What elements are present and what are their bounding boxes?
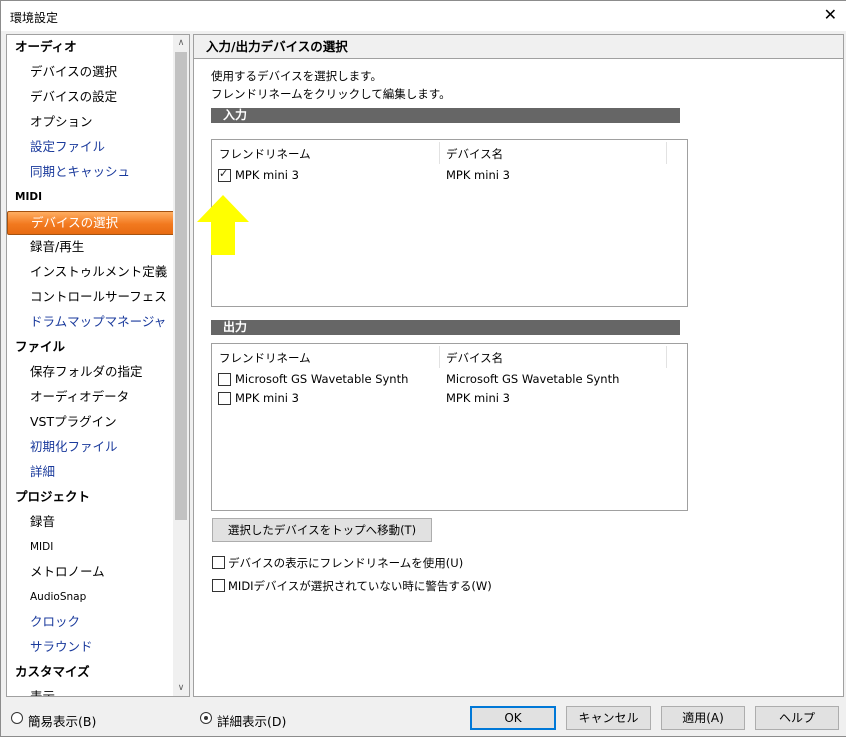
apply-button[interactable]: 適用(A) bbox=[661, 706, 745, 730]
simple-view-radio[interactable]: 簡易表示(B) bbox=[11, 711, 121, 729]
option-label: MIDIデバイスが選択されていない時に警告する(W) bbox=[228, 579, 492, 593]
tree-item[interactable]: AudioSnap bbox=[7, 586, 86, 608]
cancel-button[interactable]: キャンセル bbox=[566, 706, 651, 730]
checkbox[interactable] bbox=[212, 556, 225, 569]
radio-dot bbox=[204, 716, 208, 720]
radio-label: 簡易表示(B) bbox=[28, 714, 97, 729]
tree-category[interactable]: MIDI bbox=[7, 186, 42, 208]
tree-category[interactable]: オーディオ bbox=[7, 36, 77, 58]
device-name-cell: MPK mini 3 bbox=[446, 391, 510, 405]
up-arrow-icon bbox=[197, 195, 249, 255]
input-device-list[interactable]: フレンドリネーム デバイス名 ✓ MPK mini 3 MPK mini 3 bbox=[211, 139, 688, 307]
tree-item[interactable]: コントロールサーフェス bbox=[7, 286, 167, 308]
scroll-down-icon[interactable]: ∨ bbox=[173, 680, 189, 696]
ok-button[interactable]: OK bbox=[470, 706, 556, 730]
tree-item[interactable]: 同期とキャッシュ bbox=[7, 161, 130, 183]
column-divider bbox=[666, 142, 667, 164]
input-section-header: 入力 bbox=[211, 108, 680, 123]
tree-item[interactable]: クロック bbox=[7, 611, 80, 633]
tree-item[interactable]: 詳細 bbox=[7, 461, 55, 483]
settings-tree: オーディオデバイスの選択 デバイスの設定 オプション設定ファイル同期とキャッシュ MI… bbox=[6, 34, 190, 697]
help-button[interactable]: ヘルプ bbox=[755, 706, 839, 730]
settings-panel: 入力/出力デバイスの選択 使用するデバイスを選択します。 フレンドリネームをクリ… bbox=[193, 34, 844, 697]
scroll-thumb[interactable] bbox=[175, 52, 187, 520]
tree-item[interactable]: メトロノーム bbox=[7, 561, 105, 583]
tree-item[interactable]: 設定ファイル bbox=[7, 136, 105, 158]
tree-item[interactable]: オプション bbox=[7, 111, 93, 133]
device-name-cell: Microsoft GS Wavetable Synth bbox=[446, 372, 620, 386]
tree-item[interactable]: サラウンド bbox=[7, 636, 93, 658]
checkmark-icon: ✓ bbox=[219, 167, 229, 180]
detail-view-radio[interactable]: 詳細表示(D) bbox=[200, 711, 310, 729]
window-title: 環境設定 bbox=[10, 11, 59, 25]
radio-button[interactable] bbox=[200, 712, 212, 724]
tree-item[interactable]: ドラムマップマネージャ bbox=[7, 311, 166, 333]
column-header-device[interactable]: デバイス名 bbox=[446, 350, 503, 366]
device-name-cell: MPK mini 3 bbox=[446, 168, 510, 182]
tree-item[interactable]: 保存フォルダの指定 bbox=[7, 361, 143, 383]
title-bar: 環境設定 ✕ bbox=[1, 1, 846, 31]
column-header-friendly[interactable]: フレンドリネーム bbox=[219, 146, 311, 162]
column-divider bbox=[439, 142, 440, 164]
tree-item[interactable]: デバイスの選択 bbox=[7, 211, 189, 235]
tree-item[interactable]: 録音 bbox=[7, 511, 55, 533]
tree-item[interactable]: 表示 bbox=[7, 686, 55, 696]
friendly-name-cell[interactable]: MPK mini 3 bbox=[235, 391, 299, 405]
tree-category[interactable]: プロジェクト bbox=[7, 486, 90, 508]
list-header: フレンドリネーム デバイス名 bbox=[212, 140, 687, 164]
tree-category[interactable]: ファイル bbox=[7, 336, 65, 358]
warn-no-midi-option[interactable]: MIDIデバイスが選択されていない時に警告する(W) bbox=[212, 578, 512, 594]
device-checkbox[interactable]: ✓ bbox=[218, 167, 231, 182]
tree-item[interactable]: インストゥルメント定義 bbox=[7, 261, 167, 283]
tree-scrollbar[interactable]: ∧ ∨ bbox=[173, 35, 189, 696]
device-checkbox[interactable] bbox=[218, 392, 231, 405]
description-line-1: 使用するデバイスを選択します。 bbox=[211, 69, 383, 83]
radio-button[interactable] bbox=[11, 712, 23, 724]
tree-item[interactable]: デバイスの設定 bbox=[7, 86, 117, 108]
column-header-device[interactable]: デバイス名 bbox=[446, 146, 503, 162]
radio-label: 詳細表示(D) bbox=[217, 714, 287, 729]
tree-item[interactable]: オーディオデータ bbox=[7, 386, 129, 408]
tree-item[interactable]: 録音/再生 bbox=[7, 236, 84, 258]
panel-title: 入力/出力デバイスの選択 bbox=[194, 35, 843, 59]
output-section-header: 出力 bbox=[211, 320, 680, 335]
use-friendly-name-option[interactable]: デバイスの表示にフレンドリネームを使用(U) bbox=[212, 555, 512, 571]
list-header: フレンドリネーム デバイス名 bbox=[212, 344, 687, 368]
preferences-window: 環境設定 ✕ オーディオデバイスの選択 デバイスの設定 オプション設定ファイル同期と… bbox=[0, 0, 846, 737]
close-icon[interactable]: ✕ bbox=[824, 6, 837, 24]
device-row[interactable]: Microsoft GS Wavetable Synth Microsoft GS… bbox=[212, 370, 687, 389]
tree-item[interactable]: デバイスの選択 bbox=[7, 61, 117, 83]
tree-item[interactable]: 初期化ファイル bbox=[7, 436, 118, 458]
column-header-friendly[interactable]: フレンドリネーム bbox=[219, 350, 311, 366]
device-checkbox[interactable] bbox=[218, 373, 231, 386]
move-to-top-button[interactable]: 選択したデバイスをトップへ移動(T) bbox=[212, 518, 432, 542]
option-label: デバイスの表示にフレンドリネームを使用(U) bbox=[228, 556, 464, 570]
description-line-2: フレンドリネームをクリックして編集します。 bbox=[211, 87, 451, 101]
output-device-list[interactable]: フレンドリネーム デバイス名 Microsoft GS Wavetable Sy… bbox=[211, 343, 688, 511]
tree-category[interactable]: カスタマイズ bbox=[7, 661, 90, 683]
tree-item[interactable]: VSTプラグイン bbox=[7, 411, 117, 433]
column-divider bbox=[666, 346, 667, 368]
tree-item[interactable]: MIDI bbox=[7, 536, 53, 558]
column-divider bbox=[439, 346, 440, 368]
friendly-name-cell[interactable]: Microsoft GS Wavetable Synth bbox=[235, 372, 408, 386]
friendly-name-cell[interactable]: MPK mini 3 bbox=[235, 168, 299, 182]
device-row[interactable]: ✓ MPK mini 3 MPK mini 3 bbox=[212, 166, 687, 185]
device-row[interactable]: MPK mini 3 MPK mini 3 bbox=[212, 389, 687, 408]
scroll-up-icon[interactable]: ∧ bbox=[173, 35, 189, 51]
checkbox[interactable] bbox=[212, 579, 225, 592]
